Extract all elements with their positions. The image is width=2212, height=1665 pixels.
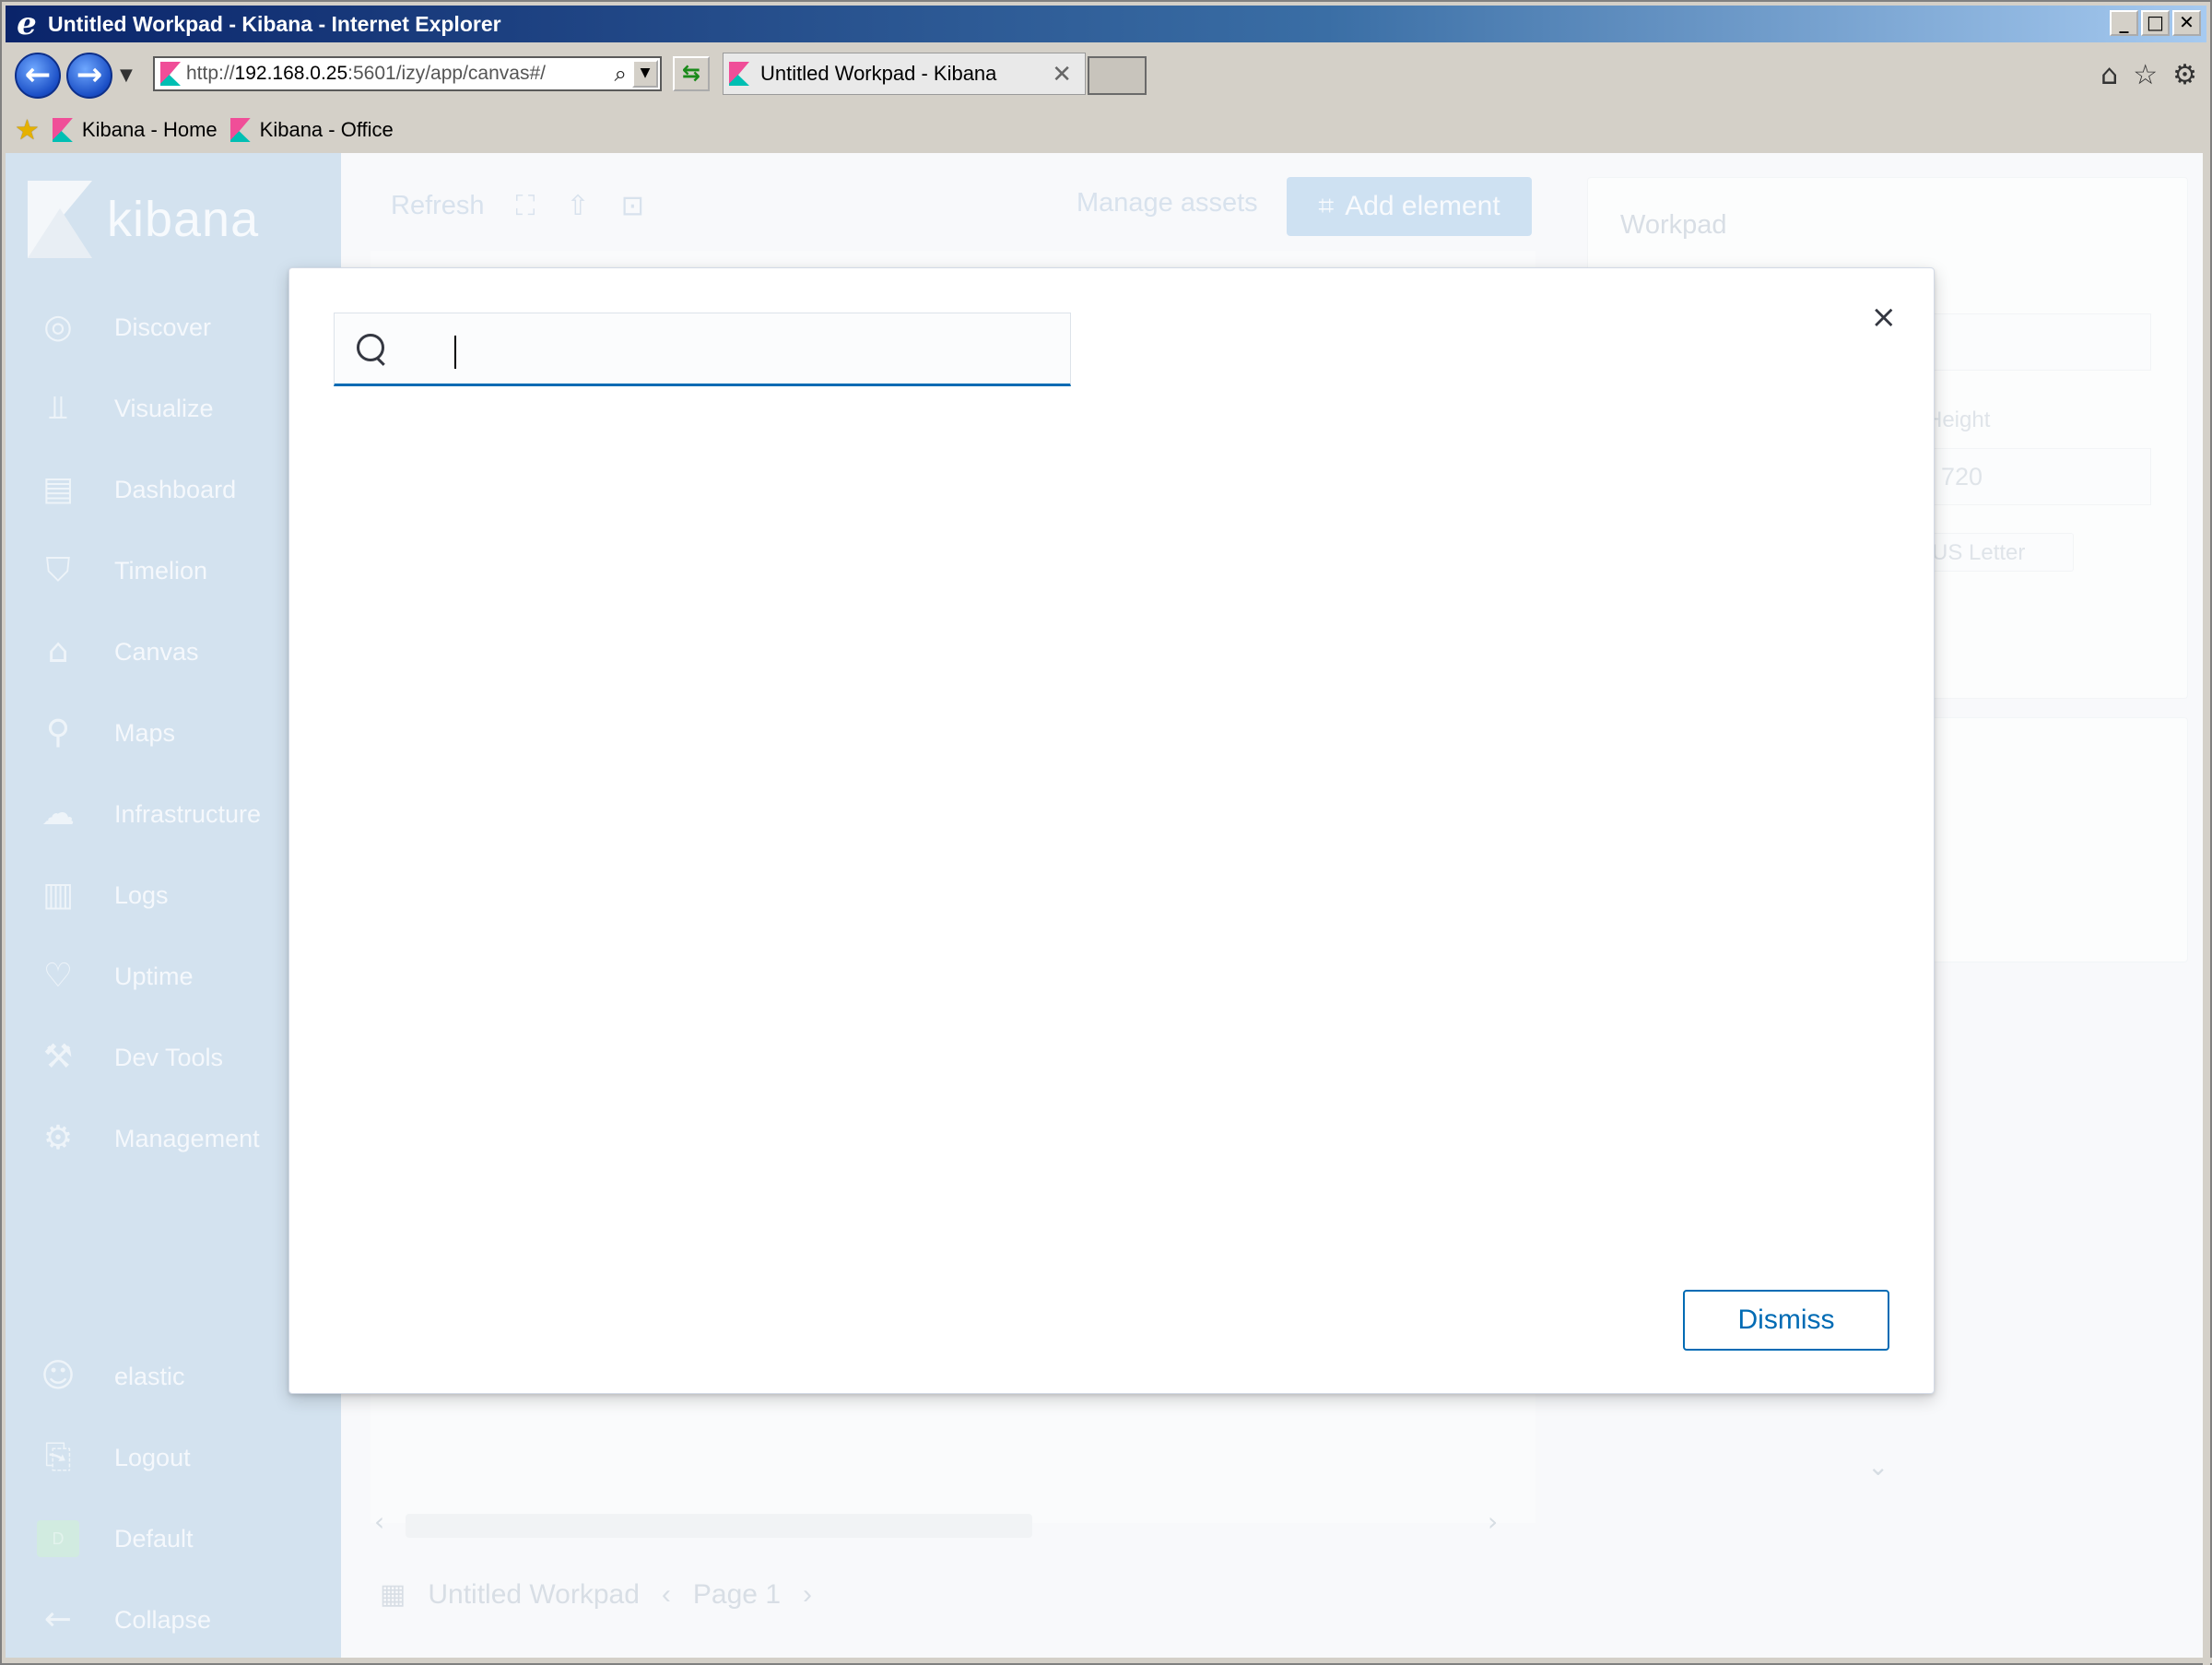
search-field[interactable] xyxy=(334,313,1071,386)
browser-navbar: ← → ▼ http://192.168.0.25:5601/izy/app/c… xyxy=(6,42,2206,107)
favorites-bar: ★ Kibana - Home Kibana - Office xyxy=(6,107,2206,153)
tools-gear-icon[interactable]: ⚙ xyxy=(2172,59,2197,91)
favorites-star-icon[interactable]: ☆ xyxy=(2133,59,2158,91)
kibana-favicon-icon xyxy=(229,118,251,142)
forward-button[interactable]: → xyxy=(66,53,112,99)
favorite-label: Kibana - Office xyxy=(259,118,394,141)
browser-toolbar-icons: ⌂ ☆ ⚙ xyxy=(2100,59,2197,91)
window-titlebar: e Untitled Workpad - Kibana - Internet E… xyxy=(6,6,2206,42)
search-icon[interactable]: ⌕ xyxy=(615,61,627,87)
search-icon xyxy=(353,330,390,367)
favorite-label: Kibana - Home xyxy=(81,118,218,141)
favorites-add-icon[interactable]: ★ xyxy=(15,114,40,147)
address-bar[interactable]: http://192.168.0.25:5601/izy/app/canvas#… xyxy=(153,56,662,91)
compatibility-refresh-button[interactable]: ⇆ xyxy=(673,56,710,91)
kibana-favicon-icon xyxy=(52,118,73,142)
browser-tab[interactable]: Untitled Workpad - Kibana ✕ xyxy=(723,53,1086,95)
window-title: Untitled Workpad - Kibana - Internet Exp… xyxy=(48,11,501,36)
tab-label: Untitled Workpad - Kibana xyxy=(760,62,997,85)
element-picker-modal: × Dismiss xyxy=(288,267,1935,1394)
kibana-favicon-icon xyxy=(729,62,749,86)
tab-close-icon[interactable]: ✕ xyxy=(1052,61,1072,89)
maximize-button[interactable]: □ xyxy=(2141,10,2170,36)
internet-explorer-icon: e xyxy=(17,6,37,42)
window-bottom-border xyxy=(2,1658,2212,1663)
history-dropdown-icon[interactable]: ▼ xyxy=(120,65,133,85)
address-text[interactable]: http://192.168.0.25:5601/izy/app/canvas#… xyxy=(186,63,592,85)
window-controls: _ □ ✕ xyxy=(2110,10,2201,36)
close-window-button[interactable]: ✕ xyxy=(2172,10,2201,36)
dismiss-button[interactable]: Dismiss xyxy=(1683,1290,1889,1351)
new-tab-button[interactable] xyxy=(1088,56,1147,95)
favorite-kibana-home[interactable]: Kibana - Home xyxy=(52,118,218,142)
kibana-page: kibana ◎ Discover ⫫ Visualize ▤ Dashboar… xyxy=(6,153,2206,1661)
address-host: 192.168.0.25 xyxy=(234,63,348,84)
window-right-border xyxy=(2203,153,2210,1665)
close-icon[interactable]: × xyxy=(1871,301,1898,333)
favorite-kibana-office[interactable]: Kibana - Office xyxy=(229,118,394,142)
address-prefix: http:// xyxy=(186,63,235,84)
minimize-button[interactable]: _ xyxy=(2110,10,2138,36)
address-dropdown-button[interactable]: ▼ xyxy=(632,60,658,88)
address-path: :5601/izy/app/canvas#/ xyxy=(347,63,546,84)
home-icon[interactable]: ⌂ xyxy=(2100,59,2118,91)
search-input[interactable] xyxy=(399,321,1070,376)
kibana-favicon-icon xyxy=(160,62,181,86)
browser-window: e Untitled Workpad - Kibana - Internet E… xyxy=(0,0,2212,1665)
text-caret xyxy=(454,336,456,369)
back-button[interactable]: ← xyxy=(15,53,61,99)
